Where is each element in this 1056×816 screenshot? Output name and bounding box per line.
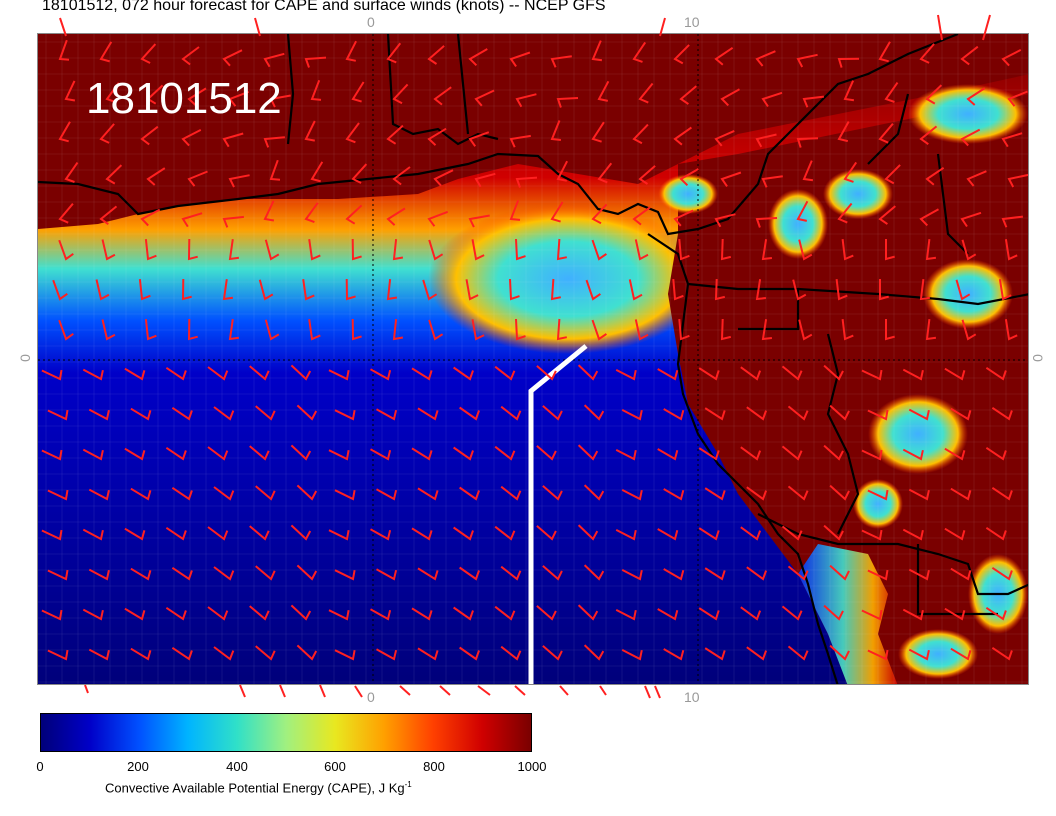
colorbar-label-sup: -1	[404, 780, 412, 789]
cape-map	[38, 34, 1028, 684]
lon-tick-bottom-10: 10	[684, 689, 700, 705]
colorbar-tick-1000: 1000	[517, 759, 547, 774]
inland-blob-3	[923, 259, 1013, 329]
lon-tick-top-10: 10	[684, 14, 700, 30]
colorbar	[40, 713, 532, 752]
colorbar-tick-400: 400	[226, 759, 248, 774]
page-title: 18101512, 072 hour forecast for CAPE and…	[42, 0, 606, 14]
colorbar-label: Convective Available Potential Energy (C…	[105, 780, 412, 796]
colorbar-tick-600: 600	[324, 759, 346, 774]
lat-tick-right-0: 0	[1029, 354, 1046, 362]
lon-tick-bottom-0: 0	[367, 689, 375, 705]
gulf-cape-blob	[428, 204, 708, 354]
colorbar-tick-200: 200	[127, 759, 149, 774]
datetime-overlay: 18101512	[86, 74, 282, 123]
inland-blob-8	[658, 174, 718, 214]
map-panel: 18101512	[37, 33, 1029, 685]
lon-tick-top-0: 0	[367, 14, 375, 30]
lat-tick-left-0: 0	[16, 354, 33, 362]
inland-blob-2	[823, 169, 893, 219]
colorbar-tick-0: 0	[36, 759, 44, 774]
colorbar-tick-800: 800	[423, 759, 445, 774]
inland-blob-4	[868, 394, 968, 474]
